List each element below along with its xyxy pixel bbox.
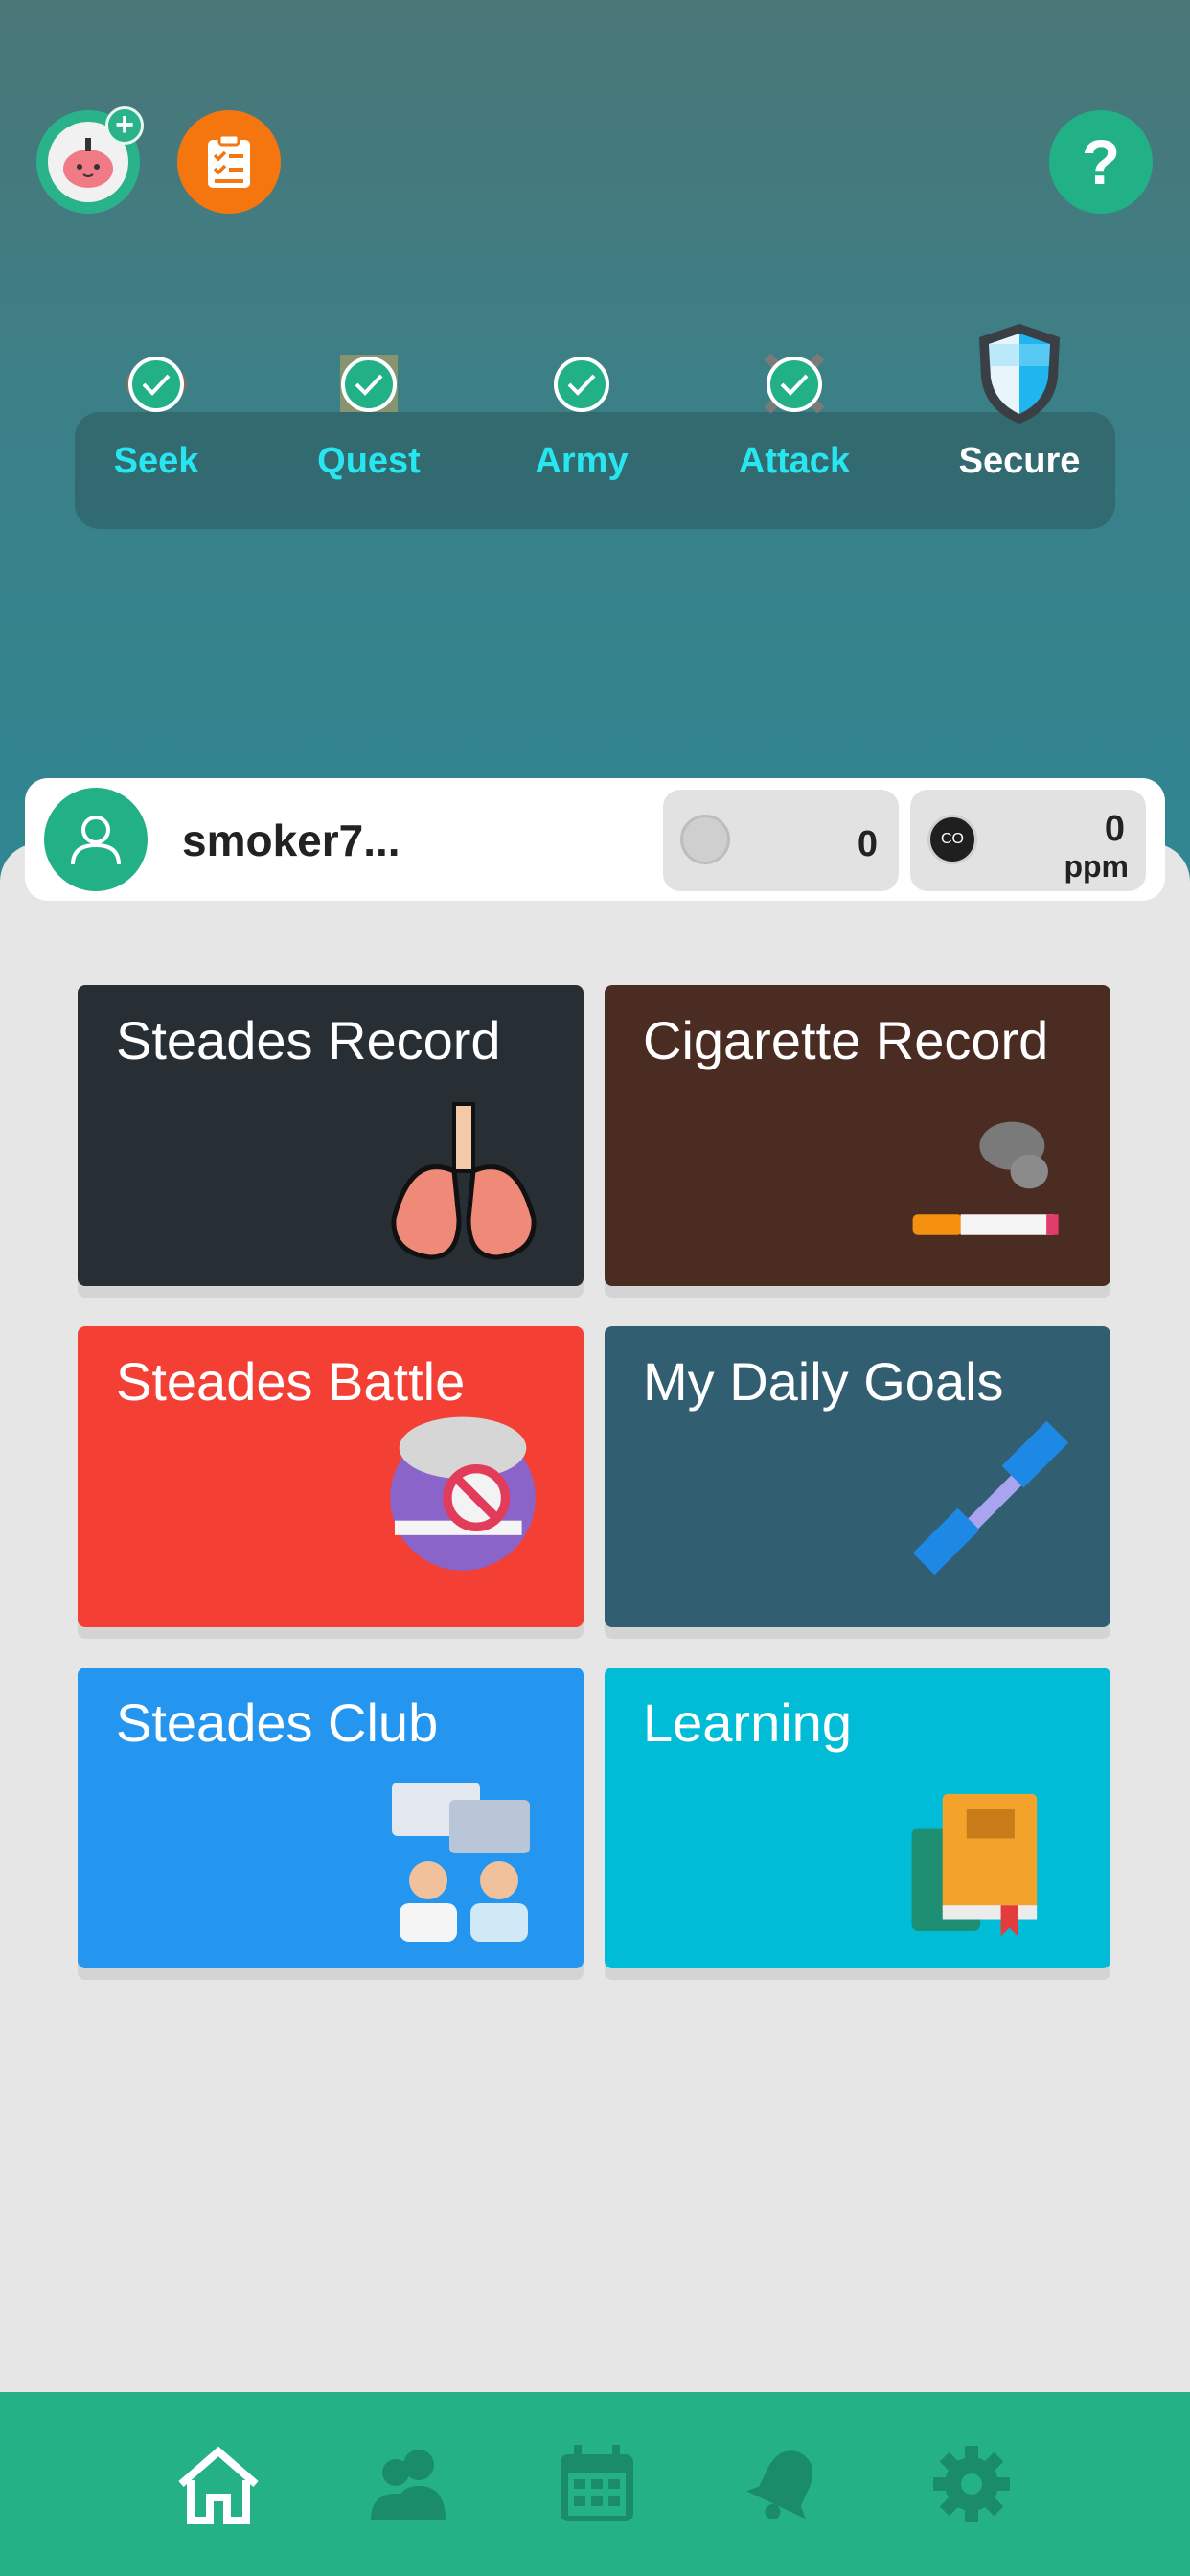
user-avatar[interactable] [44,788,148,891]
stage-label: Quest [317,441,421,481]
check-icon [128,356,184,412]
nav-friends[interactable] [362,2438,454,2530]
co-value: 0 [1104,809,1125,849]
nav-calendar[interactable] [551,2438,643,2530]
add-badge: + [105,106,144,145]
tile-title: Learning [643,1692,852,1753]
check-icon [554,356,609,412]
tasks-button[interactable] [177,110,281,214]
tile-cigarette-record[interactable]: Cigarette Record [605,985,1110,1286]
help-button[interactable]: ? [1049,110,1153,214]
shield-icon [979,324,1060,424]
check-icon [341,356,397,412]
lungs-icon [391,1102,537,1260]
username: smoker7... [182,816,400,865]
co-unit: ppm [1064,849,1129,884]
check-icon [767,356,822,412]
avatar-button[interactable]: + [36,106,144,214]
tile-learning[interactable]: Learning [605,1668,1110,1968]
stage-label: Army [535,441,629,481]
books-icon [911,1793,1038,1937]
tile-steades-battle[interactable]: Steades Battle [78,1326,584,1627]
home-icon [178,2446,259,2524]
stage-army[interactable]: Army [486,316,677,489]
help-label: ? [1081,126,1121,197]
gear-icon [933,2446,1010,2522]
cigarette-icon [912,1121,1059,1235]
bottom-nav [0,2392,1190,2576]
tile-steades-club[interactable]: Steades Club [78,1668,584,1968]
tile-title: Steades Record [116,1010,501,1070]
co-icon: CO [927,815,977,864]
dumbbell-icon [912,1420,1069,1576]
stage-attack[interactable]: Attack [698,316,890,489]
stage-label: Secure [958,441,1081,481]
tile-my-daily-goals[interactable]: My Daily Goals [605,1326,1110,1627]
tile-steades-record[interactable]: Steades Record [78,985,584,1286]
tile-title: Steades Club [116,1692,439,1753]
bell-icon [746,2450,813,2520]
stage-secure[interactable]: Secure [924,316,1115,489]
stage-seek[interactable]: Seek [60,316,252,489]
calendar-icon [561,2445,633,2521]
chat-people-icon [392,1782,530,1942]
nav-settings[interactable] [926,2438,1018,2530]
stage-quest[interactable]: Quest [273,316,465,489]
user-icon [71,816,121,865]
coins-value: 0 [857,824,878,864]
nav-notifications[interactable] [740,2438,832,2530]
stage-label: Attack [738,441,851,481]
profile-card[interactable]: smoker7... 0 CO 0 ppm [25,778,1165,901]
tile-title: Cigarette Record [643,1010,1049,1070]
clipboard-icon [208,134,250,188]
no-smoking-icon [390,1416,536,1571]
coin-icon [680,815,730,864]
stage-label: Seek [113,441,199,481]
coins-stat[interactable]: 0 [663,790,899,891]
co-stat[interactable]: CO 0 ppm [910,790,1146,891]
nav-home[interactable] [172,2438,264,2530]
friends-icon [371,2450,446,2520]
